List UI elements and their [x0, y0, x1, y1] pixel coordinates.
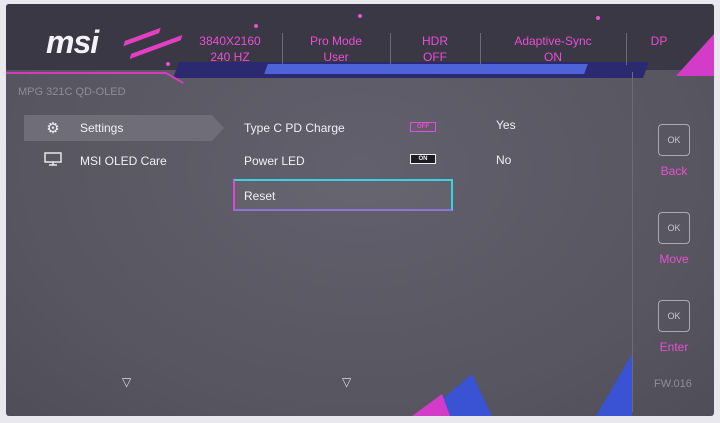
status-refresh-value: 240 HZ — [210, 50, 250, 64]
submenu-item-power-led[interactable]: Power LED — [244, 154, 305, 168]
status-adaptive-sync-value: ON — [544, 50, 562, 64]
nav-move-label: Move — [659, 252, 689, 266]
nav-back-label: Back — [660, 164, 688, 178]
firmware-version: FW.016 — [654, 378, 692, 390]
decorative-shape — [596, 354, 632, 416]
status-resolution-value: 3840X2160 — [199, 34, 261, 48]
status-hdr: HDR OFF — [390, 33, 481, 65]
chevron-down-icon: ▽ — [122, 375, 132, 389]
nav-back-button[interactable]: OK Back — [651, 124, 697, 178]
decorative-shape — [412, 374, 492, 416]
status-hdr-label: HDR — [422, 34, 448, 48]
nav-enter-button[interactable]: OK Enter — [651, 300, 697, 354]
monitor-icon — [42, 152, 64, 170]
accent-dot — [596, 16, 600, 20]
model-name: MPG 321C QD-OLED — [18, 86, 126, 98]
accent-dot — [358, 14, 362, 18]
toggle-on-icon: ON — [410, 154, 436, 164]
menu-item-label: MSI OLED Care — [80, 154, 167, 168]
menu-item-label: Settings — [80, 121, 124, 135]
menu-item-settings[interactable]: ⚙ Settings — [24, 115, 224, 141]
joystick-updown-icon: OK — [658, 212, 690, 244]
status-mode-value: User — [323, 50, 349, 64]
decorative-band-highlight — [264, 64, 588, 74]
decorative-triangle — [676, 34, 714, 76]
status-adaptive-sync: Adaptive-Sync ON — [480, 33, 627, 65]
submenu-item-reset[interactable]: Reset — [244, 189, 275, 203]
nav-move-button[interactable]: OK Move — [651, 212, 697, 266]
accent-dot — [166, 62, 170, 66]
status-adaptive-sync-label: Adaptive-Sync — [514, 34, 592, 48]
option-value-no[interactable]: No — [496, 153, 511, 167]
submenu-item-type-c-pd-charge[interactable]: Type C PD Charge — [244, 121, 345, 135]
status-mode-label: Pro Mode — [309, 34, 363, 48]
joystick-left-icon: OK — [658, 124, 690, 156]
chevron-down-icon: ▽ — [342, 375, 352, 389]
status-hdr-value: OFF — [423, 50, 447, 64]
nav-enter-label: Enter — [659, 340, 689, 354]
joystick-press-icon: OK — [658, 300, 690, 332]
osd-screen: msi 3840X2160 240 HZ Pro Mode User HDR O… — [6, 4, 714, 416]
status-mode: Pro Mode User — [282, 33, 391, 65]
gear-icon: ⚙ — [46, 120, 60, 137]
accent-dot — [254, 24, 258, 28]
status-resolution: 3840X2160 240 HZ — [178, 33, 283, 65]
option-value-yes[interactable]: Yes — [496, 118, 516, 132]
accent-line — [6, 72, 166, 74]
right-divider — [632, 72, 633, 412]
toggle-off-icon: OFF — [410, 122, 436, 132]
menu-item-oled-care[interactable]: MSI OLED Care — [24, 148, 224, 174]
msi-logo: msi — [46, 24, 99, 60]
